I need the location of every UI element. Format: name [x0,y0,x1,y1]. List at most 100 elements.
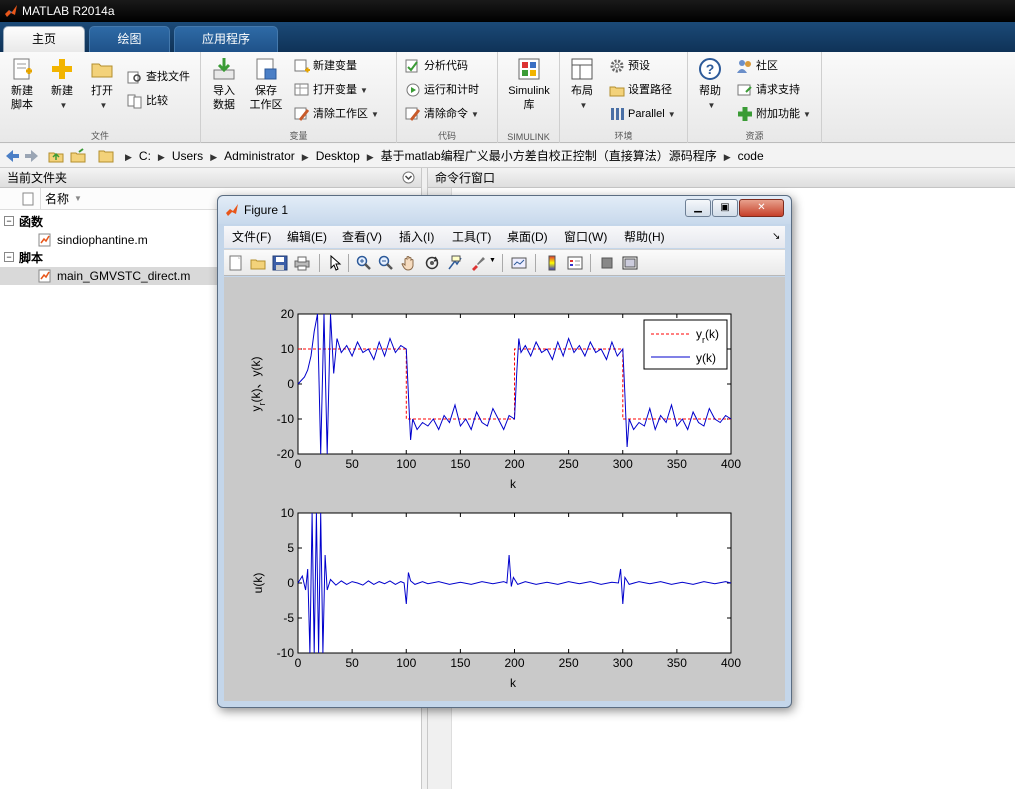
hide-plot-tools-icon[interactable] [599,255,615,271]
x-tick-label: 400 [721,457,741,471]
axes-top[interactable]: 0 50 100 150 200 250 300 350 400 -20 -10 0 10 20 k yr… [249,307,741,491]
chevron-down-icon: ▼ [579,101,588,110]
save-label-2: 工作区 [249,99,283,111]
chevron-down-icon[interactable]: ▼ [489,257,496,264]
menu-tools[interactable]: 工具(T) [452,226,491,248]
layout-button[interactable]: 布局 ▼ [566,56,598,113]
figure-titlebar[interactable]: Figure 1 ▁ ▣ ✕ [218,196,791,224]
data-cursor-icon[interactable] [447,255,463,271]
menu-desktop[interactable]: 桌面(D) [507,226,548,248]
request-support-button[interactable]: 请求支持 [737,80,800,100]
open-icon[interactable] [250,255,266,271]
crumb-code[interactable]: code [738,149,764,163]
legend-icon[interactable] [567,255,583,271]
axes-bottom-xlabel: k [510,676,517,690]
app-titlebar: MATLAB R2014a [0,0,1015,22]
menu-window[interactable]: 窗口(W) [564,226,607,248]
open-variable-icon [294,83,309,96]
legend-label-output: y(k) [696,351,716,365]
up-folder-icon[interactable] [48,148,64,164]
y-tick-label: 0 [287,576,294,590]
close-button[interactable]: ✕ [739,199,784,217]
column-name-label[interactable]: 名称 [45,188,69,210]
crumb-users[interactable]: Users [172,149,203,163]
section-label-environment: 环境 [614,131,633,141]
x-tick-label: 100 [396,457,416,471]
colorbar-icon[interactable] [544,255,560,271]
chevron-down-icon: ▼ [707,101,716,110]
current-folder-header: 当前文件夹 [0,168,421,188]
menu-view[interactable]: 查看(V) [342,226,382,248]
breadcrumb: ▶ C: ▶ Users ▶ Administrator ▶ Desktop ▶ 基于matlab… [118,144,764,169]
figure-canvas[interactable]: 0 50 100 150 200 250 300 350 400 -20 -10 0 10 20 k yr… [224,277,785,701]
menu-insert[interactable]: 插入(I) [399,226,434,248]
menu-file[interactable]: 文件(F) [232,226,271,248]
run-and-time-button[interactable]: 运行和计时 [405,80,479,100]
crumb-administrator[interactable]: Administrator [224,149,295,163]
clear-workspace-icon [294,107,310,122]
parallel-button[interactable]: Parallel ▼ [609,104,676,124]
tab-plots[interactable]: 绘图 [89,26,170,52]
show-plot-tools-icon[interactable] [622,255,638,271]
tab-apps[interactable]: 应用程序 [174,26,278,52]
import-data-button[interactable]: 导入 数据 [207,56,241,112]
collapse-icon[interactable]: − [4,216,14,226]
open-variable-button[interactable]: 打开变量 ▼ [294,80,368,100]
preferences-button[interactable]: 预设 [609,56,650,76]
sort-down-icon: ▼ [74,194,82,203]
print-icon[interactable] [294,255,310,271]
dock-arrow-icon[interactable]: ↘ [772,226,780,248]
find-files-icon [127,71,141,84]
new-button[interactable]: 新建 ▼ [46,56,78,113]
tab-home[interactable]: 主页 [3,26,85,52]
zoom-in-icon[interactable] [356,255,372,271]
community-button[interactable]: 社区 [737,56,778,76]
pane-menu-icon[interactable] [402,171,415,184]
clear-commands-button[interactable]: 清除命令 ▼ [405,104,479,124]
save-icon[interactable] [272,255,288,271]
crumb-desktop[interactable]: Desktop [316,149,360,163]
plot-area[interactable]: 0 50 100 150 200 250 300 350 400-20-1001020 k yr… [224,277,785,701]
compare-button[interactable]: 比较 [127,91,168,111]
link-icon[interactable] [511,255,527,271]
addons-button[interactable]: 附加功能 ▼ [737,104,811,124]
rotate-icon[interactable] [424,255,440,271]
browse-folder-icon[interactable] [70,148,86,164]
clear-workspace-button[interactable]: 清除工作区 ▼ [294,104,379,124]
crumb-drive[interactable]: C: [139,149,151,163]
import-label-1: 导入 [213,85,235,97]
maximize-button[interactable]: ▣ [712,199,738,217]
menu-help[interactable]: 帮助(H) [624,226,665,248]
save-workspace-button[interactable]: 保存 工作区 [247,56,285,112]
help-button[interactable]: ? 帮助 ▼ [694,56,726,113]
brush-icon[interactable] [470,255,486,271]
edit-plot-icon[interactable] [327,255,343,271]
legend[interactable]: yr(k) y(k) [643,319,728,370]
menu-edit[interactable]: 编辑(E) [287,226,327,248]
forward-icon[interactable] [24,148,40,164]
find-files-button[interactable]: 查找文件 [127,67,190,87]
set-path-button[interactable]: 设置路径 [609,80,672,100]
zoom-out-icon[interactable] [378,255,394,271]
crumb-project[interactable]: 基于matlab编程广义最小方差自校正控制（直接算法）源码程序 [381,149,717,163]
ribbon: 新建 脚本 新建 ▼ 打开 ▼ 查找文件 比较 文件 导入 数据 保存 工作区 [0,52,1015,143]
new-variable-button[interactable]: 新建变量 [294,56,357,76]
new-figure-icon[interactable] [228,255,244,271]
open-button[interactable]: 打开 ▼ [86,56,118,113]
column-divider [40,188,41,210]
analyze-code-button[interactable]: 分析代码 [405,56,468,76]
save-workspace-icon [256,58,277,80]
back-icon[interactable] [4,148,20,164]
y-tick-label: 20 [281,307,295,321]
minimize-button[interactable]: ▁ [685,199,711,217]
axes-bottom[interactable]: 0 50 100 150 200 250 300 350 400 -10 -5 0 5 10 k u(k) [251,506,741,690]
simulink-library-button[interactable]: Simulink 库 [504,56,554,112]
pan-icon[interactable] [401,255,417,271]
toolbar-separator [535,254,536,272]
simulink-icon [518,58,540,80]
collapse-icon[interactable]: − [4,252,14,262]
new-script-button[interactable]: 新建 脚本 [4,56,40,112]
new-variable-icon [294,59,310,73]
m-file-icon [38,269,51,283]
compare-label: 比较 [146,95,168,107]
